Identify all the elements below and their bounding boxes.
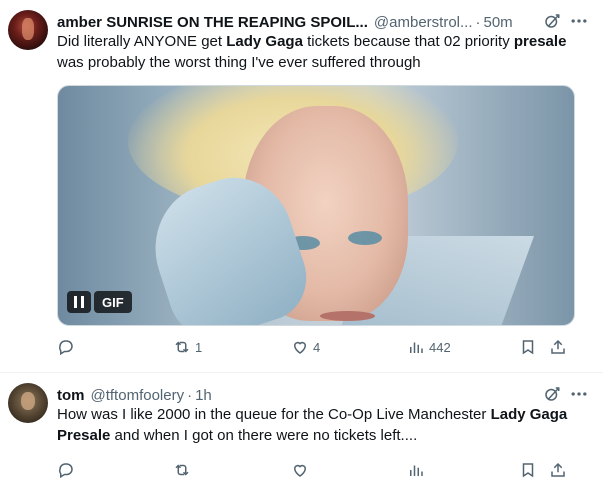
- bookmark-icon: [522, 463, 534, 478]
- tweet-header: tom @tftomfoolery · 1h: [57, 384, 595, 406]
- repost-button[interactable]: 1: [173, 338, 291, 356]
- heart-icon: [293, 464, 307, 477]
- separator-dot: ·: [475, 13, 481, 31]
- views-button[interactable]: [407, 461, 519, 479]
- tweet-text-segment: was probably the worst thing I've ever s…: [57, 54, 421, 71]
- reply-button[interactable]: [57, 461, 173, 479]
- repost-button[interactable]: [173, 461, 291, 479]
- tweet-text-segment: and when I got on there were no tickets …: [110, 427, 418, 444]
- reply-icon: [59, 340, 73, 356]
- grok-icon[interactable]: [543, 385, 561, 403]
- repost-icon: [175, 341, 189, 353]
- highlight-term: presale: [513, 33, 567, 50]
- share-button[interactable]: [549, 338, 569, 356]
- gif-media[interactable]: [57, 85, 575, 326]
- tweet-text-segment: tickets because that 02 priority: [302, 33, 514, 50]
- views-icon: [410, 465, 423, 476]
- tweet-actions: 1 4 442: [57, 336, 589, 358]
- tweet-text: Did literally ANYONE get Lady Gaga ticke…: [57, 31, 583, 73]
- bookmark-button[interactable]: [519, 461, 549, 479]
- like-button[interactable]: 4: [291, 338, 407, 356]
- user-handle[interactable]: @tftomfoolery: [91, 387, 185, 404]
- timestamp[interactable]: 50m: [484, 14, 513, 31]
- views-icon: [410, 342, 423, 353]
- share-icon: [551, 462, 565, 477]
- highlight-term: Lady Gaga: [226, 33, 303, 50]
- separator-dot: ·: [187, 386, 193, 404]
- display-name[interactable]: tom: [57, 387, 85, 404]
- heart-icon: [293, 341, 307, 354]
- tweet[interactable]: amber SUNRISE ON THE REAPING SPOIL... @a…: [0, 0, 603, 373]
- timestamp[interactable]: 1h: [195, 387, 212, 404]
- view-count: 442: [429, 339, 451, 355]
- gif-badge: GIF: [94, 291, 132, 313]
- grok-icon[interactable]: [543, 12, 561, 30]
- share-icon: [551, 339, 565, 354]
- avatar[interactable]: [8, 10, 48, 50]
- repost-icon: [175, 464, 189, 476]
- pause-icon[interactable]: [67, 291, 91, 313]
- avatar[interactable]: [8, 383, 48, 423]
- display-name[interactable]: amber SUNRISE ON THE REAPING SPOIL...: [57, 14, 368, 31]
- tweet-text: How was I like 2000 in the queue for the…: [57, 404, 583, 446]
- tweet-actions: [57, 459, 589, 481]
- more-icon[interactable]: [569, 11, 589, 31]
- like-button[interactable]: [291, 461, 407, 479]
- tweet-text-segment: Did literally ANYONE get: [57, 33, 227, 50]
- tweet-text-segment: How was I like 2000 in the queue for the…: [57, 406, 491, 423]
- tweet[interactable]: tom @tftomfoolery · 1h How was I like 20…: [0, 373, 603, 479]
- bookmark-icon: [522, 340, 534, 355]
- share-button[interactable]: [549, 461, 569, 479]
- gif-controls: GIF: [67, 291, 132, 313]
- repost-count: 1: [195, 339, 203, 355]
- tweet-header: amber SUNRISE ON THE REAPING SPOIL... @a…: [57, 11, 595, 33]
- reply-button[interactable]: [57, 338, 173, 356]
- views-button[interactable]: 442: [407, 338, 519, 356]
- reply-icon: [59, 463, 73, 479]
- like-count: 4: [313, 339, 321, 355]
- bookmark-button[interactable]: [519, 338, 549, 356]
- user-handle[interactable]: @amberstrol...: [374, 14, 473, 31]
- more-icon[interactable]: [569, 384, 589, 404]
